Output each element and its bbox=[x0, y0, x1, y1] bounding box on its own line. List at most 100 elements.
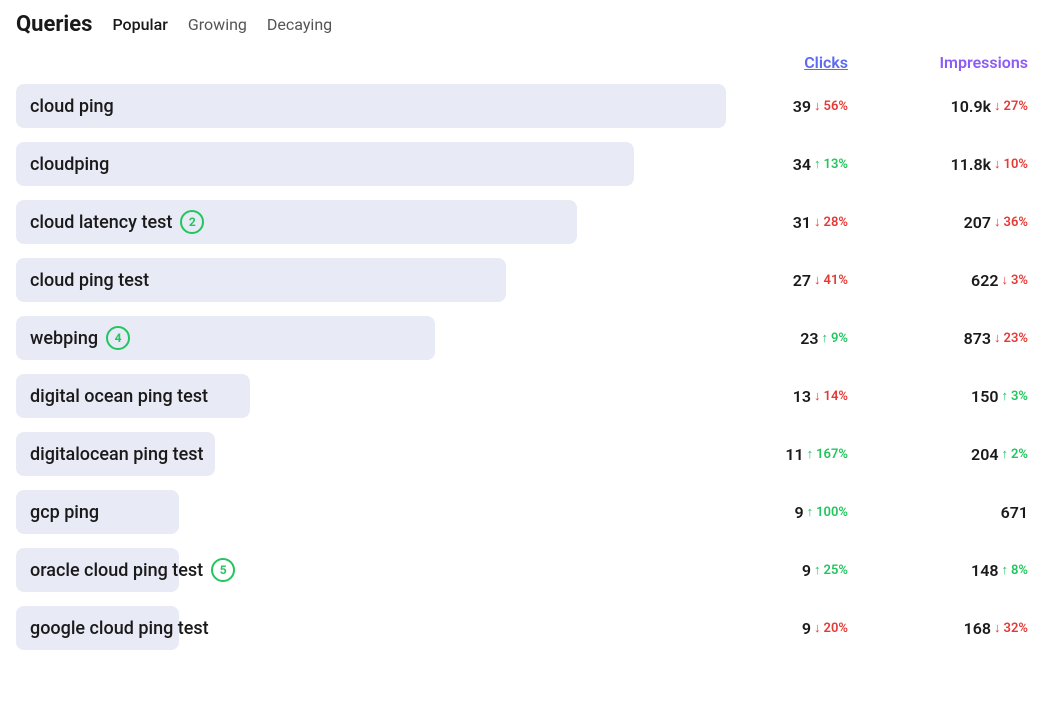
clicks-delta-value: 100% bbox=[816, 505, 848, 520]
query-label: digital ocean ping test bbox=[30, 386, 208, 407]
query-text: gcp ping bbox=[16, 492, 113, 533]
clicks-delta-arrow bbox=[814, 388, 821, 404]
clicks-delta-arrow bbox=[821, 330, 828, 346]
query-label: gcp ping bbox=[30, 502, 99, 523]
table-row[interactable]: cloud ping test 2741%6223% bbox=[16, 252, 1046, 308]
table-row[interactable]: google cloud ping test920%16832% bbox=[16, 600, 1046, 656]
impressions-delta-arrow bbox=[994, 98, 1001, 114]
clicks-value: 9 bbox=[802, 561, 811, 580]
clicks-delta-arrow bbox=[814, 156, 821, 172]
impressions-metric: 168 32% bbox=[856, 619, 1036, 638]
clicks-delta-value: 9% bbox=[831, 331, 848, 346]
clicks-delta-value: 13% bbox=[824, 157, 848, 172]
impressions-value: 204 bbox=[971, 445, 998, 464]
query-text: cloud ping test bbox=[16, 260, 163, 301]
query-cell: gcp ping bbox=[16, 490, 726, 534]
query-badge: 4 bbox=[106, 326, 130, 350]
impressions-column-header: Impressions bbox=[856, 53, 1036, 72]
table-row[interactable]: oracle cloud ping test5925% 148 8% bbox=[16, 542, 1046, 598]
clicks-metric: 2741% bbox=[726, 271, 856, 290]
clicks-metric: 9100% bbox=[726, 503, 856, 522]
impressions-delta-arrow bbox=[1001, 446, 1008, 462]
table-row[interactable]: cloud latency test 2 31 28% 207 36% bbox=[16, 194, 1046, 250]
impressions-value: 148 bbox=[971, 561, 998, 580]
table-header: Clicks Impressions bbox=[16, 53, 1046, 78]
clicks-value: 23 bbox=[800, 329, 818, 348]
clicks-delta-arrow bbox=[814, 98, 821, 114]
impressions-delta-value: 23% bbox=[1004, 331, 1028, 346]
clicks-value: 13 bbox=[793, 387, 811, 406]
table-row[interactable]: digital ocean ping test 1314%1503% bbox=[16, 368, 1046, 424]
clicks-value: 34 bbox=[793, 155, 811, 174]
impressions-value: 150 bbox=[971, 387, 998, 406]
impressions-value: 873 bbox=[964, 329, 991, 348]
query-label: google cloud ping test bbox=[30, 618, 209, 639]
tab-decaying[interactable]: Decaying bbox=[263, 13, 336, 36]
query-label: cloud ping test bbox=[30, 270, 149, 291]
clicks-value: 27 bbox=[793, 271, 811, 290]
query-cell: cloud ping test bbox=[16, 258, 726, 302]
query-text: digitalocean ping test bbox=[16, 434, 218, 475]
query-text: cloud ping bbox=[16, 86, 128, 127]
clicks-delta-arrow bbox=[814, 620, 821, 636]
table-row[interactable]: cloudping3413%11.8k10% bbox=[16, 136, 1046, 192]
table-body: cloud ping 3956%10.9k27% cloudping 34 13% 11.… bbox=[16, 78, 1046, 656]
impressions-delta-value: 32% bbox=[1004, 621, 1028, 636]
clicks-delta-arrow bbox=[814, 272, 821, 288]
impressions-delta-value: 2% bbox=[1011, 447, 1028, 462]
impressions-delta-arrow bbox=[994, 156, 1001, 172]
query-cell: digital ocean ping test bbox=[16, 374, 726, 418]
impressions-value: 622 bbox=[971, 271, 998, 290]
impressions-delta-arrow bbox=[994, 330, 1001, 346]
table-row[interactable]: digitalocean ping test11167%2042% bbox=[16, 426, 1046, 482]
table-row[interactable]: cloud ping 3956%10.9k27% bbox=[16, 78, 1046, 134]
tab-growing[interactable]: Growing bbox=[184, 13, 251, 36]
clicks-metric: 34 13% bbox=[726, 155, 856, 174]
impressions-delta-value: 8% bbox=[1011, 563, 1028, 578]
metrics-cell: 3956%10.9k27% bbox=[726, 97, 1046, 116]
impressions-metric: 1503% bbox=[856, 387, 1036, 406]
clicks-metric: 925% bbox=[726, 561, 856, 580]
clicks-metric: 3956% bbox=[726, 97, 856, 116]
impressions-metric: 873 23% bbox=[856, 329, 1036, 348]
query-badge: 2 bbox=[180, 210, 204, 234]
clicks-value: 9 bbox=[802, 619, 811, 638]
query-label: oracle cloud ping test bbox=[30, 560, 203, 581]
header-tabs: Popular Growing Decaying bbox=[108, 13, 336, 36]
query-text: google cloud ping test bbox=[16, 608, 223, 649]
query-label: digitalocean ping test bbox=[30, 444, 204, 465]
metrics-cell: 23 9% 873 23% bbox=[726, 329, 1046, 348]
query-label: cloud latency test bbox=[30, 212, 172, 233]
metrics-cell: 925% 148 8% bbox=[726, 561, 1046, 580]
metrics-cell: 1314%1503% bbox=[726, 387, 1046, 406]
query-cell: oracle cloud ping test5 bbox=[16, 548, 726, 592]
table-row[interactable]: gcp ping 9100% 671 bbox=[16, 484, 1046, 540]
table-row[interactable]: webping4 23 9% 873 23% bbox=[16, 310, 1046, 366]
query-text: cloudping bbox=[16, 144, 123, 185]
clicks-delta-arrow bbox=[807, 504, 814, 520]
clicks-value: 31 bbox=[793, 213, 811, 232]
impressions-metric: 671 bbox=[856, 503, 1036, 522]
impressions-delta-arrow bbox=[994, 214, 1001, 230]
impressions-value: 168 bbox=[964, 619, 991, 638]
impressions-metric: 6223% bbox=[856, 271, 1036, 290]
clicks-metric: 31 28% bbox=[726, 213, 856, 232]
impressions-delta-arrow bbox=[1001, 388, 1008, 404]
clicks-value: 39 bbox=[793, 97, 811, 116]
impressions-value: 671 bbox=[1001, 503, 1028, 522]
impressions-value: 207 bbox=[964, 213, 991, 232]
clicks-delta-arrow bbox=[814, 214, 821, 230]
query-text: webping4 bbox=[16, 316, 144, 360]
clicks-delta-value: 28% bbox=[824, 215, 848, 230]
clicks-column-header[interactable]: Clicks bbox=[726, 53, 856, 72]
header: Queries Popular Growing Decaying bbox=[16, 12, 1046, 37]
clicks-metric: 1314% bbox=[726, 387, 856, 406]
main-container: Queries Popular Growing Decaying Clicks … bbox=[0, 0, 1062, 668]
impressions-delta-value: 36% bbox=[1004, 215, 1028, 230]
clicks-delta-arrow bbox=[807, 446, 814, 462]
impressions-value: 11.8k bbox=[951, 155, 991, 174]
query-cell: digitalocean ping test bbox=[16, 432, 726, 476]
metrics-cell: 2741%6223% bbox=[726, 271, 1046, 290]
tab-popular[interactable]: Popular bbox=[108, 13, 171, 36]
impressions-delta-arrow bbox=[1001, 562, 1008, 578]
